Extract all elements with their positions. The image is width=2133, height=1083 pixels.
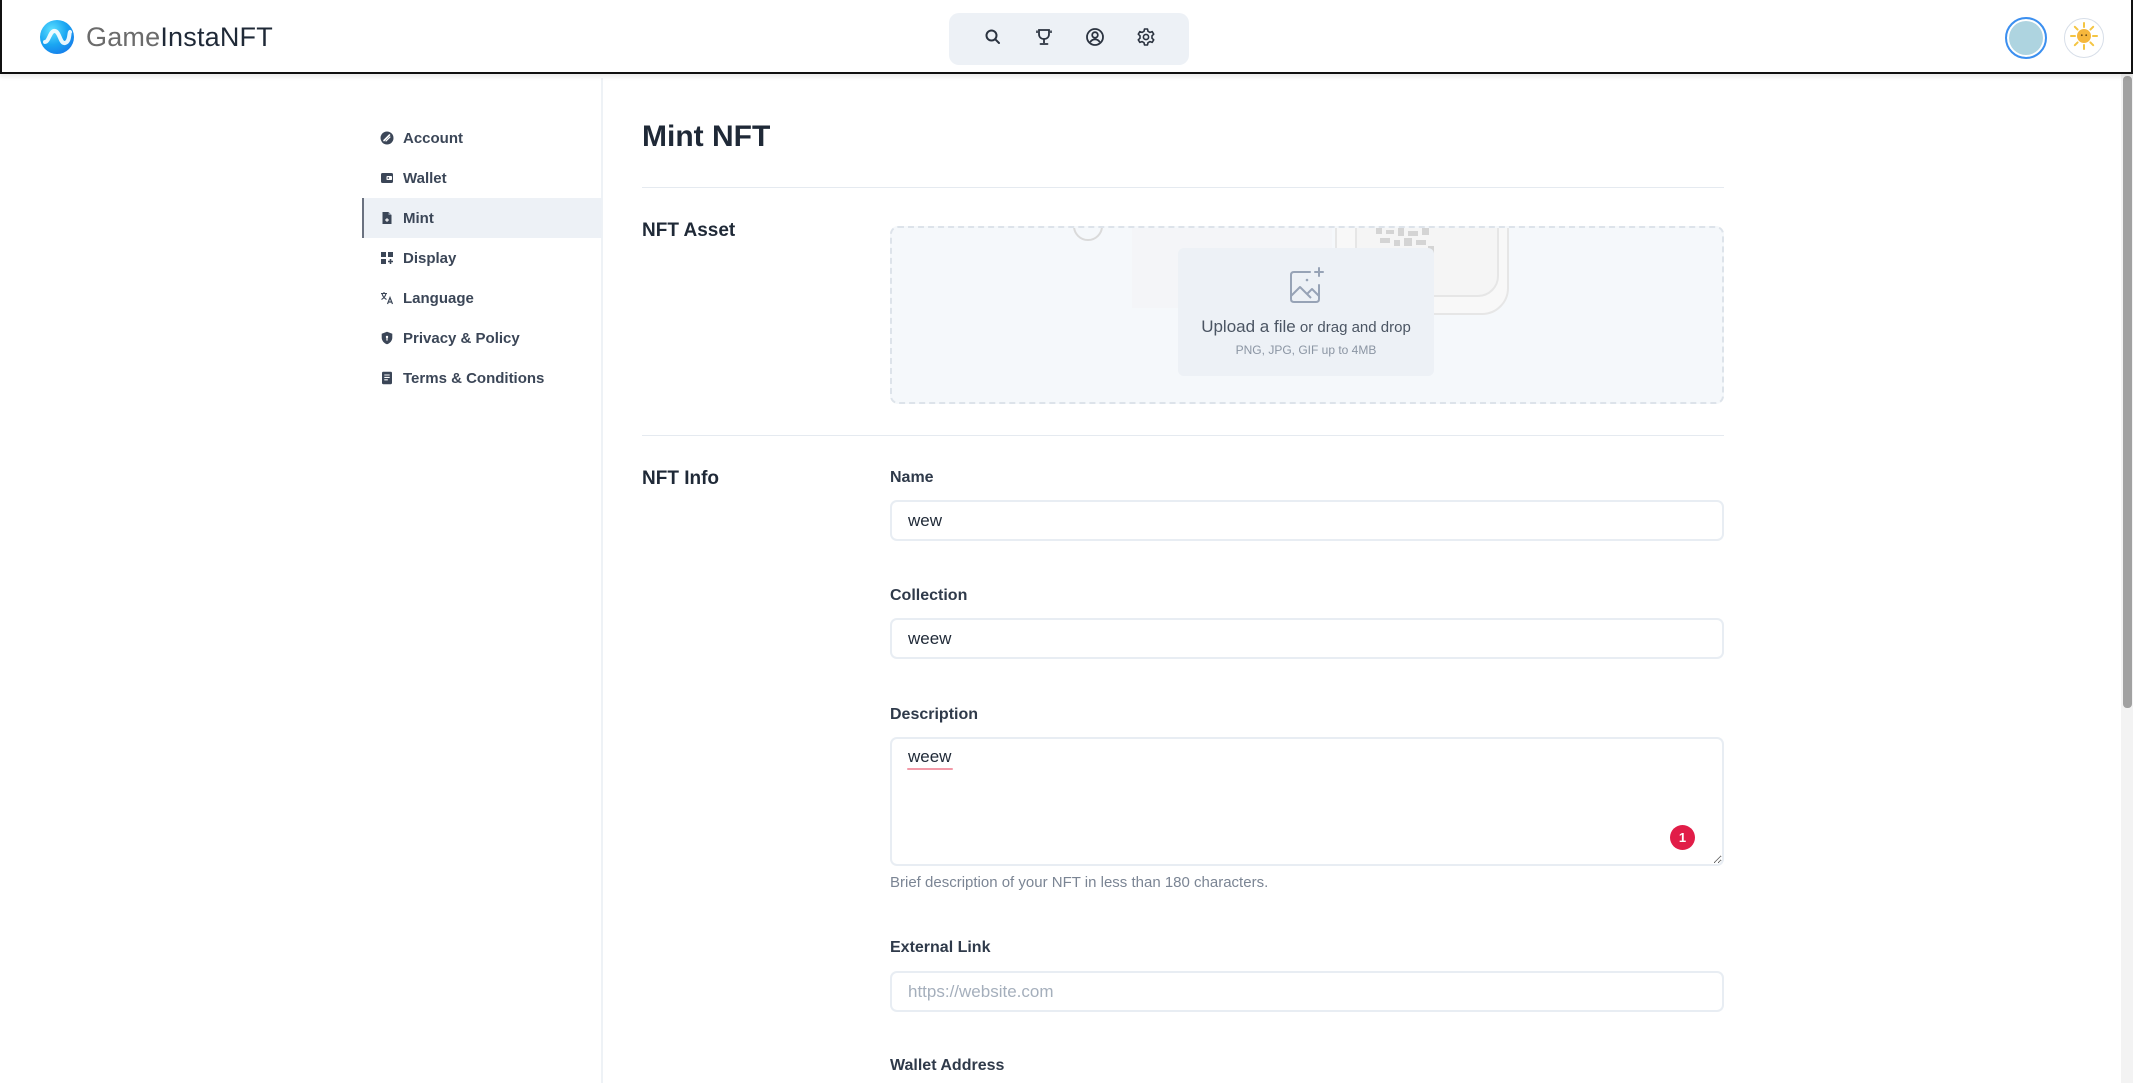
- file-upload-dropzone[interactable]: Upload a file or drag and drop PNG, JPG,…: [890, 226, 1724, 404]
- settings-button[interactable]: [1131, 24, 1161, 54]
- page-icon: [380, 371, 394, 385]
- name-input[interactable]: [890, 500, 1724, 541]
- upload-card[interactable]: Upload a file or drag and drop PNG, JPG,…: [1178, 248, 1434, 376]
- document-icon: [380, 211, 394, 225]
- grammar-suggestion-badge[interactable]: 1: [1670, 825, 1695, 850]
- collection-input[interactable]: [890, 618, 1724, 659]
- section-divider: [642, 435, 1724, 436]
- sidebar-item-terms-conditions[interactable]: Terms & Conditions: [362, 358, 602, 398]
- drag-drop-text: or drag and drop: [1295, 319, 1411, 336]
- sidebar-item-privacy-policy[interactable]: Privacy & Policy: [362, 318, 602, 358]
- description-field: weew 1: [890, 737, 1724, 866]
- name-label: Name: [890, 469, 934, 486]
- brand-logo-icon: [40, 20, 74, 54]
- top-nav-bar: GameInstaNFT: [0, 0, 2133, 74]
- shield-icon: [380, 331, 394, 345]
- upload-file-hint: PNG, JPG, GIF up to 4MB: [1235, 343, 1377, 357]
- wallet-icon: [380, 171, 394, 185]
- header-icon-bar: [949, 13, 1189, 65]
- user-circle-icon: [1085, 27, 1105, 52]
- sidebar-item-label: Account: [403, 129, 463, 147]
- collection-label: Collection: [890, 587, 968, 604]
- sidebar-item-label: Mint: [403, 209, 434, 227]
- translate-icon: [380, 291, 394, 305]
- brand-name-light: Game: [86, 21, 161, 52]
- account-icon: [380, 131, 394, 145]
- sidebar-item-label: Privacy & Policy: [403, 329, 520, 347]
- profile-button[interactable]: [1080, 24, 1110, 54]
- description-textarea[interactable]: weew: [890, 737, 1724, 866]
- title-divider: [642, 187, 1724, 188]
- brand-name: GameInstaNFT: [86, 22, 273, 53]
- search-button[interactable]: [978, 24, 1008, 54]
- sidebar-item-label: Wallet: [403, 169, 447, 187]
- external-link-label: External Link: [890, 939, 991, 956]
- sidebar-item-account[interactable]: Account: [362, 118, 602, 158]
- sidebar-item-mint[interactable]: Mint: [362, 198, 602, 238]
- sidebar-item-display[interactable]: Display: [362, 238, 602, 278]
- external-link-input[interactable]: [890, 971, 1724, 1012]
- description-label: Description: [890, 706, 979, 723]
- leaderboard-button[interactable]: [1029, 24, 1059, 54]
- page-title: Mint NFT: [642, 120, 771, 153]
- sidebar-item-label: Display: [403, 249, 457, 267]
- upload-file-link[interactable]: Upload a file: [1201, 317, 1296, 336]
- brand[interactable]: GameInstaNFT: [40, 20, 273, 54]
- sidebar-item-wallet[interactable]: Wallet: [362, 158, 602, 198]
- description-help-text: Brief description of your NFT in less th…: [890, 874, 1269, 891]
- theme-toggle-button[interactable]: [2064, 18, 2104, 58]
- sidebar-item-language[interactable]: Language: [362, 278, 602, 318]
- settings-sidebar: Account Wallet Mint Display Language Pri…: [362, 118, 602, 398]
- sidebar-item-label: Language: [403, 289, 474, 307]
- trophy-icon: [1034, 27, 1054, 52]
- brand-name-dark: InstaNFT: [160, 21, 273, 52]
- spellcheck-underline: [907, 768, 953, 770]
- upload-instructions: Upload a file or drag and drop: [1201, 317, 1411, 337]
- sidebar-item-label: Terms & Conditions: [403, 369, 545, 387]
- add-image-icon: [1286, 266, 1326, 311]
- grid-add-icon: [380, 251, 394, 265]
- sun-icon: [2069, 21, 2099, 56]
- wallet-address-label: Wallet Address: [890, 1057, 1005, 1074]
- gear-icon: [1136, 27, 1156, 52]
- nft-info-section-label: NFT Info: [642, 468, 720, 489]
- nft-asset-section-label: NFT Asset: [642, 220, 736, 241]
- search-icon: [984, 28, 1002, 51]
- page-scrollbar-thumb[interactable]: [2123, 76, 2132, 708]
- user-avatar[interactable]: [2005, 17, 2047, 59]
